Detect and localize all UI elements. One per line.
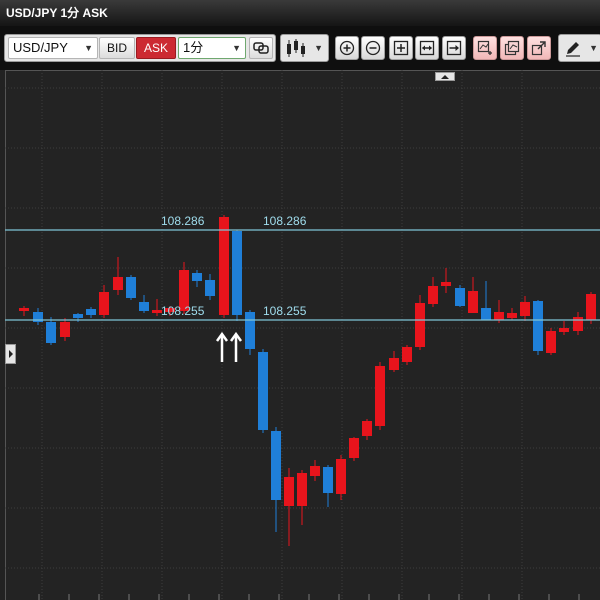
candlestick-chart[interactable]: 108.286 108.286 108.255 108.255 <box>5 70 600 600</box>
chevron-down-icon: ▼ <box>232 43 241 53</box>
candle <box>533 300 543 355</box>
draw-pen-icon <box>566 42 580 57</box>
candle <box>205 274 215 300</box>
interval-value: 1分 <box>183 40 204 55</box>
candle <box>402 345 412 365</box>
duplicate-chart-icon <box>504 40 520 56</box>
candle <box>349 437 359 461</box>
candle <box>481 281 491 320</box>
candle <box>375 362 385 430</box>
candle <box>99 285 109 318</box>
link-button[interactable] <box>249 37 273 59</box>
bid-button[interactable]: BID <box>99 37 135 59</box>
draw-tool-dropdown[interactable]: ▼ <box>558 34 600 62</box>
chevron-down-icon: ▼ <box>84 43 93 53</box>
ask-button[interactable]: ASK <box>136 37 176 59</box>
symbol-group: USD/JPY ▼ BID ASK 1分 ▼ <box>4 34 276 62</box>
toolbar: USD/JPY ▼ BID ASK 1分 ▼ ▼ ▼ <box>0 26 600 70</box>
candle <box>336 455 346 500</box>
candle <box>126 275 136 300</box>
side-panel-toggle[interactable] <box>5 344 16 364</box>
candle <box>586 292 596 324</box>
detach-chart-icon <box>531 41 546 56</box>
collapse-panel-toggle[interactable] <box>435 72 455 81</box>
chart-area[interactable]: 108.286 108.286 108.255 108.255 <box>5 70 600 600</box>
scroll-right-button[interactable] <box>442 36 466 60</box>
candle <box>232 230 242 321</box>
candle <box>573 312 583 335</box>
currency-pair-select[interactable]: USD/JPY ▼ <box>8 37 98 59</box>
candle <box>258 349 268 433</box>
zoom-out-icon <box>365 40 381 56</box>
candle <box>546 328 556 355</box>
fit-icon <box>393 40 409 56</box>
candle <box>113 257 123 295</box>
interval-select[interactable]: 1分 ▼ <box>178 37 246 59</box>
price-line-label-right: 108.286 <box>263 214 307 228</box>
candle <box>468 277 478 313</box>
price-line-label-left: 108.255 <box>161 304 205 318</box>
candle <box>192 270 202 287</box>
candle <box>441 268 451 293</box>
price-line-label-right: 108.255 <box>263 304 307 318</box>
add-chart-button[interactable] <box>473 36 497 60</box>
chart-type-dropdown[interactable]: ▼ <box>280 34 329 62</box>
chevron-up-icon <box>441 74 449 79</box>
candle <box>73 313 83 322</box>
add-chart-icon <box>477 40 492 55</box>
candle <box>19 306 29 316</box>
duplicate-chart-button[interactable] <box>500 36 524 60</box>
fit-button[interactable] <box>389 36 413 60</box>
candle <box>60 318 70 341</box>
up-arrow-icon <box>215 331 229 362</box>
zoom-in-button[interactable] <box>335 36 359 60</box>
candle <box>245 310 255 355</box>
candle <box>428 277 438 307</box>
candle <box>389 351 399 372</box>
window-title: USD/JPY 1分 ASK <box>0 0 600 26</box>
candle <box>86 307 96 318</box>
candle <box>310 460 320 481</box>
candle <box>297 470 307 525</box>
zoom-out-button[interactable] <box>361 36 385 60</box>
zoom-in-icon <box>339 40 355 56</box>
candle <box>455 285 465 307</box>
currency-pair-value: USD/JPY <box>13 40 68 55</box>
candle <box>507 308 517 320</box>
price-line-label-left: 108.286 <box>161 214 205 228</box>
candle <box>323 465 333 507</box>
up-arrow-icon <box>229 331 243 362</box>
chevron-down-icon: ▼ <box>589 43 598 53</box>
candle <box>559 321 569 335</box>
scroll-right-icon <box>446 40 462 56</box>
candle <box>520 296 530 321</box>
candle <box>46 317 56 345</box>
candle <box>139 295 149 313</box>
expand-button[interactable] <box>415 36 439 60</box>
chevron-right-icon <box>8 350 13 358</box>
candle <box>271 427 281 532</box>
candle <box>362 419 372 440</box>
detach-chart-button[interactable] <box>527 36 551 60</box>
link-icon <box>253 42 269 54</box>
expand-icon <box>419 40 435 56</box>
candle-type-icon <box>287 39 305 57</box>
candle <box>284 468 294 546</box>
candle <box>415 295 425 350</box>
chevron-down-icon: ▼ <box>314 43 323 53</box>
